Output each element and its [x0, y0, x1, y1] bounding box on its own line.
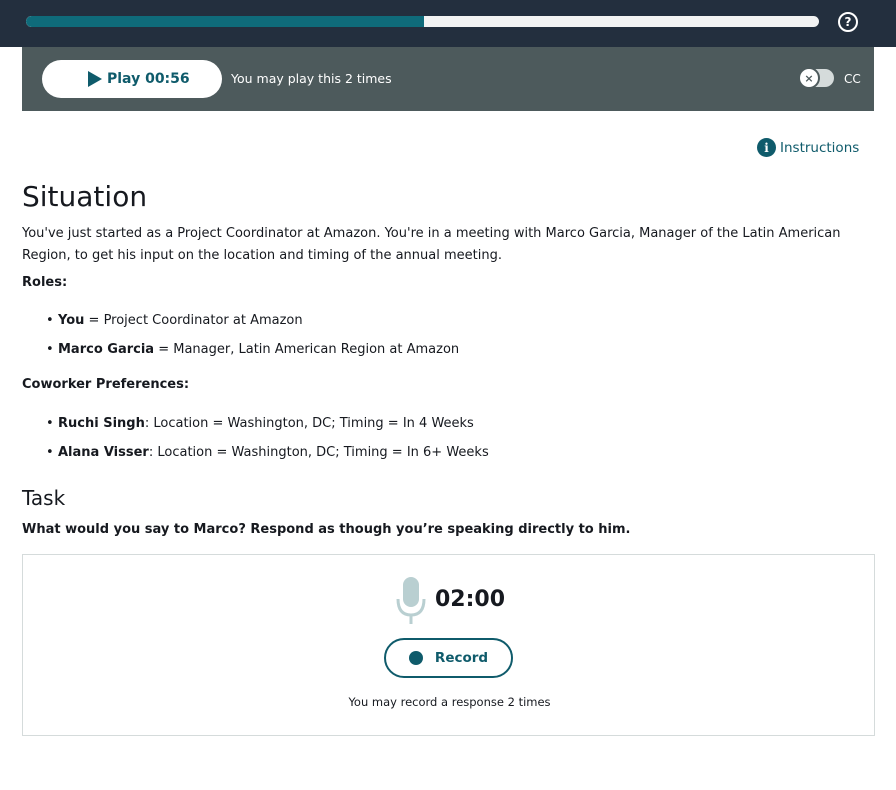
- list-item: Alana Visser: Location = Washington, DC;…: [46, 442, 489, 471]
- captions-label: CC: [844, 72, 861, 86]
- preferences-label: Coworker Preferences:: [22, 377, 190, 392]
- record-button[interactable]: Record: [384, 638, 513, 678]
- task-prompt: What would you say to Marco? Respond as …: [22, 522, 631, 537]
- role-desc: = Project Coordinator at Amazon: [84, 313, 303, 328]
- play-limit-note: You may play this 2 times: [231, 71, 392, 86]
- record-timer: 02:00: [435, 587, 506, 612]
- play-button[interactable]: Play 00:56: [42, 60, 222, 98]
- top-bar: ?: [0, 0, 896, 47]
- coworker-pref: : Location = Washington, DC; Timing = In…: [148, 445, 489, 460]
- play-icon: [88, 71, 102, 87]
- recorder-panel: 02:00 Record You may record a response 2…: [22, 554, 875, 736]
- role-name: Marco Garcia: [58, 342, 155, 357]
- situation-heading: Situation: [22, 180, 148, 213]
- role-name: You: [58, 313, 85, 328]
- coworker-pref: : Location = Washington, DC; Timing = In…: [144, 416, 474, 431]
- preferences-list: Ruchi Singh: Location = Washington, DC; …: [46, 413, 489, 471]
- task-heading: Task: [22, 486, 66, 510]
- progress-fill: [26, 16, 425, 27]
- info-icon: i: [757, 138, 776, 157]
- coworker-name: Alana Visser: [58, 445, 149, 460]
- roles-label: Roles:: [22, 275, 68, 290]
- close-icon: ×: [798, 67, 820, 89]
- audio-player: Play 00:56 You may play this 2 times × C…: [22, 47, 874, 111]
- coworker-name: Ruchi Singh: [58, 416, 145, 431]
- instructions-label: Instructions: [780, 139, 860, 156]
- record-button-label: Record: [434, 650, 489, 666]
- situation-intro: You've just started as a Project Coordin…: [22, 226, 841, 263]
- question-circle-icon[interactable]: ?: [838, 12, 858, 32]
- roles-list: You = Project Coordinator at Amazon Marc…: [46, 310, 459, 368]
- progress-bar: [26, 16, 819, 27]
- list-item: Marco Garcia = Manager, Latin American R…: [46, 339, 459, 368]
- captions-toggle[interactable]: ×: [798, 67, 834, 89]
- record-dot-icon: [408, 651, 423, 665]
- instructions-link[interactable]: i Instructions: [757, 138, 859, 157]
- record-limit-note: You may record a response 2 times: [348, 695, 551, 709]
- microphone-icon: [396, 577, 426, 624]
- role-desc: = Manager, Latin American Region at Amaz…: [154, 342, 460, 357]
- list-item: You = Project Coordinator at Amazon: [46, 310, 459, 339]
- list-item: Ruchi Singh: Location = Washington, DC; …: [46, 413, 489, 442]
- play-button-label: Play 00:56: [107, 71, 190, 87]
